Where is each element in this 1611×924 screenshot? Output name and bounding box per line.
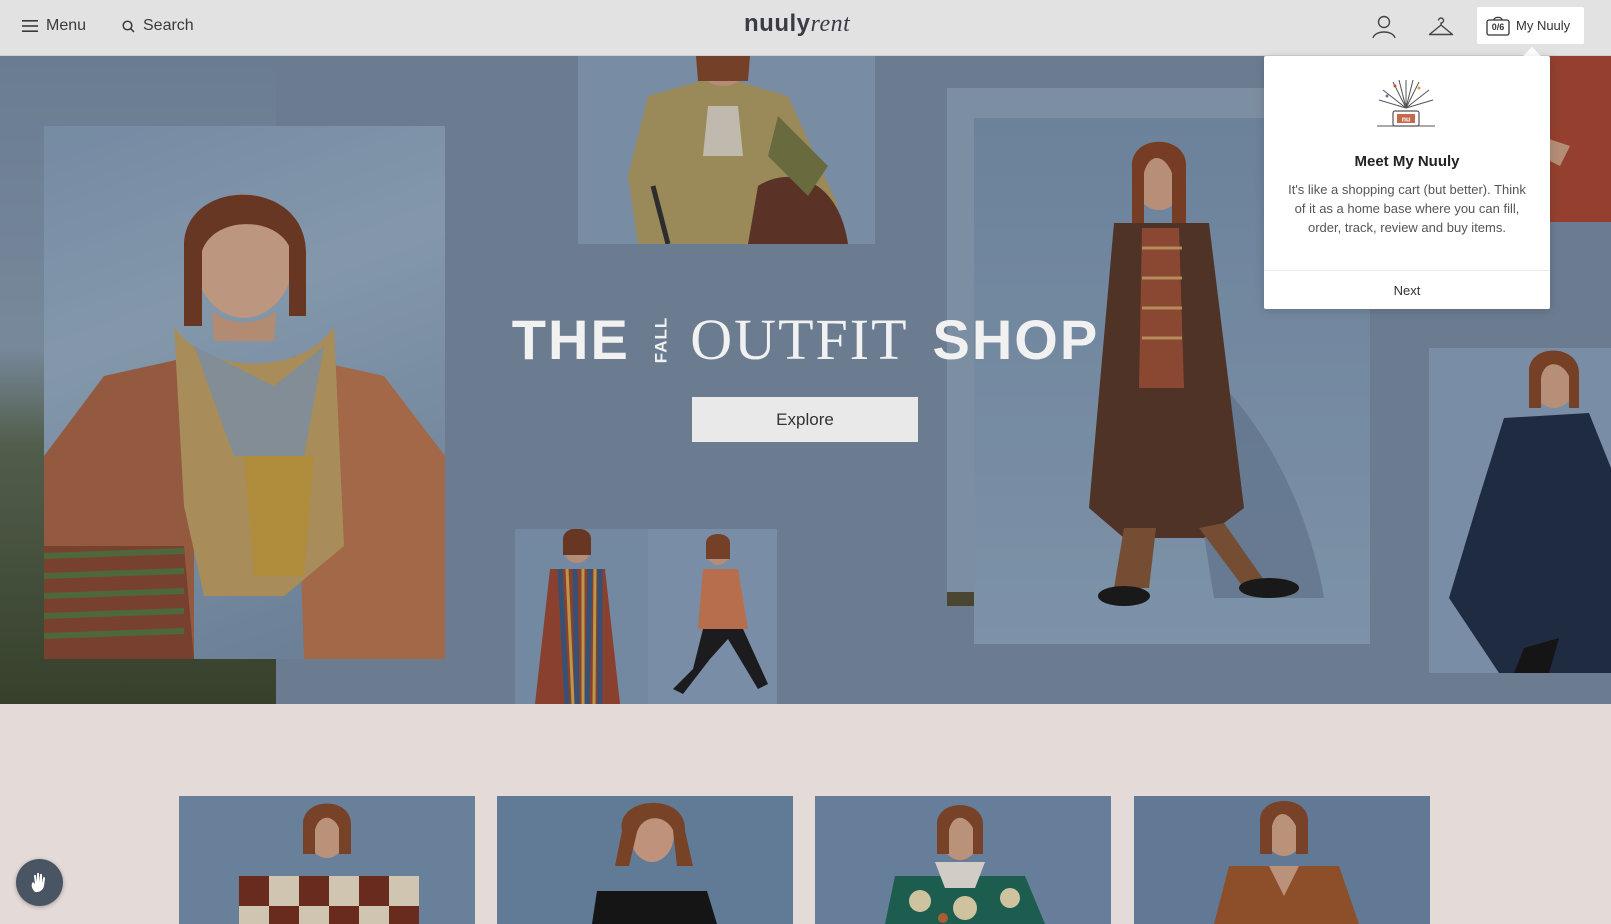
bag-badge-text: nu <box>1402 117 1411 124</box>
search-icon <box>122 19 135 33</box>
top-nav: Menu Search nuulyrent 0/6 My Nuuly <box>0 0 1611 56</box>
search-label: Search <box>143 17 194 34</box>
meet-my-nuuly-popover: nu Meet My Nuuly It's like a shopping ca… <box>1264 56 1550 309</box>
hand-wave-icon <box>31 872 45 892</box>
hanger-icon <box>1428 17 1454 36</box>
headline-fall: FALL <box>651 316 671 363</box>
hero-photo-puffer-jacket[interactable] <box>578 56 875 244</box>
bag-icon: 0/6 <box>1486 16 1510 36</box>
popover-divider <box>1264 270 1550 271</box>
headline-the: THE <box>511 308 630 371</box>
popover-text: It's like a shopping cart (but better). … <box>1288 182 1526 235</box>
category-card-rust-knit[interactable] <box>1134 796 1430 924</box>
popover-next-button[interactable]: Next <box>1264 272 1550 309</box>
my-nuuly-button[interactable]: 0/6 My Nuuly <box>1477 7 1584 44</box>
category-card-checkered[interactable] <box>179 796 475 924</box>
hero-headline: THE FALL OUTFIT SHOP <box>0 306 1611 373</box>
popover-title: Meet My Nuuly <box>1354 153 1460 170</box>
menu-label: Menu <box>46 17 87 34</box>
hero-photo-navy-suit[interactable] <box>1429 348 1611 673</box>
headline-outfit: OUTFIT <box>690 307 909 372</box>
category-card-floral-sweater[interactable] <box>815 796 1111 924</box>
hamburger-icon <box>22 20 38 32</box>
hero-photo-scarf-sweater[interactable] <box>44 126 445 659</box>
help-chat-button[interactable] <box>16 859 63 906</box>
hero-photo-striped-coat[interactable] <box>515 529 648 704</box>
hero-photo-walking[interactable] <box>648 529 777 704</box>
user-icon <box>1372 15 1396 39</box>
menu-button[interactable]: Menu <box>22 0 86 52</box>
nuuly-bag-illustration-icon: nu <box>1375 78 1437 130</box>
nuuly-rent-logo[interactable]: nuulyrent <box>744 10 850 38</box>
account-button[interactable] <box>1369 12 1399 42</box>
my-nuuly-label: My Nuuly <box>1516 18 1571 33</box>
search-button[interactable]: Search <box>122 0 194 52</box>
hero-photo-red-coat[interactable] <box>1540 56 1611 222</box>
bag-count: 0/6 <box>1491 21 1505 32</box>
explore-button[interactable]: Explore <box>692 397 918 442</box>
category-card-black-top[interactable] <box>497 796 793 924</box>
closet-button[interactable] <box>1426 12 1456 42</box>
headline-shop: SHOP <box>932 308 1100 371</box>
